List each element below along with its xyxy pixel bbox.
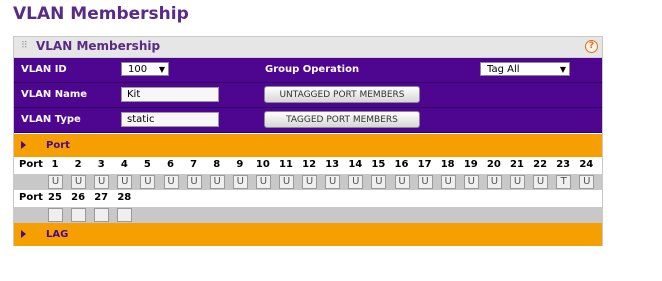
port-number-24: 24 (579, 159, 594, 170)
port-number-23: 23 (556, 159, 571, 170)
chevron-down-icon: ▼ (559, 65, 566, 74)
port-membership-toggle-1[interactable]: U (48, 175, 63, 189)
port-membership-toggle-5[interactable]: U (140, 175, 156, 189)
port-number-4: 4 (120, 159, 128, 170)
vlan-membership-panel: ⠿ VLAN Membership ? VLAN ID 100 ▼ Group … (13, 36, 603, 246)
port-membership-toggle-18[interactable]: U (440, 175, 456, 189)
port-number-22: 22 (533, 159, 548, 170)
port-number-14: 14 (348, 159, 363, 170)
port-membership-toggle-7[interactable]: U (186, 175, 202, 189)
port-membership-toggle-25[interactable] (48, 208, 63, 222)
port-membership-toggle-14[interactable]: U (348, 175, 364, 189)
port-number-9: 9 (236, 159, 244, 170)
port-number-17: 17 (417, 159, 432, 170)
group-operation-value: Tag All (487, 64, 520, 75)
port-membership-toggle-27[interactable] (94, 208, 110, 222)
port-number-15: 15 (371, 159, 386, 170)
group-operation-label: Group Operation (265, 64, 360, 75)
tagged-port-members-button[interactable]: TAGGED PORT MEMBERS (264, 111, 420, 128)
port-membership-toggle-17[interactable]: U (417, 175, 433, 189)
port-number-3: 3 (97, 159, 105, 170)
panel-title: VLAN Membership (36, 39, 161, 53)
port-number-16: 16 (394, 159, 409, 170)
port-membership-toggle-4[interactable]: U (117, 175, 133, 189)
vlan-name-field[interactable]: Kit (121, 87, 219, 102)
port-membership-toggle-19[interactable]: U (463, 175, 479, 189)
port-number-6: 6 (167, 159, 174, 170)
port-membership-toggle-26[interactable] (71, 208, 87, 222)
port-membership-toggle-16[interactable]: U (394, 175, 410, 189)
port-number-13: 13 (325, 159, 340, 170)
vlan-type-field: static (121, 112, 219, 127)
expand-arrow-icon (21, 141, 26, 149)
port-membership-toggle-6[interactable]: U (163, 175, 179, 189)
port-number-2: 2 (74, 159, 82, 170)
port-membership-toggle-8[interactable]: U (209, 175, 225, 189)
port-membership-toggle-12[interactable]: U (302, 175, 318, 189)
vlan-id-value: 100 (128, 64, 148, 75)
vlan-id-label: VLAN ID (21, 64, 67, 75)
port-membership-toggle-15[interactable]: U (371, 175, 387, 189)
port-number-12: 12 (302, 159, 317, 170)
lag-section-header[interactable]: LAG (14, 223, 602, 246)
port-number-7: 7 (190, 159, 198, 170)
port-section-header[interactable]: Port (14, 134, 602, 157)
port-number-28: 28 (117, 192, 132, 203)
port-number-1: 1 (51, 159, 59, 170)
port-membership-toggle-28[interactable] (117, 208, 133, 222)
help-icon[interactable]: ? (585, 40, 598, 53)
port-number-11: 11 (279, 159, 293, 170)
port-membership-toggle-9[interactable]: U (232, 175, 248, 189)
vlan-id-row: VLAN ID 100 ▼ Group Operation Tag All ▼ (14, 58, 602, 83)
port-section-title: Port (46, 140, 70, 151)
port-number-10: 10 (255, 159, 270, 170)
drag-handle-icon: ⠿ (21, 41, 28, 51)
port-number-8: 8 (213, 159, 221, 170)
port-number-20: 20 (486, 159, 501, 170)
port-membership-toggle-22[interactable]: U (533, 175, 549, 189)
port-number-5: 5 (143, 159, 151, 170)
port-membership-toggle-24[interactable]: U (579, 175, 595, 189)
port-membership-row-1: UUUUUUUUUUUUUUUUUUUUUUTU (14, 174, 602, 190)
panel-header: ⠿ VLAN Membership ? (14, 37, 602, 58)
port-number-21: 21 (510, 159, 524, 170)
port-numbers-row-1: Port 1 2 3 4 5 6 7 8 9 10 11 12 13 14 15 16 17 18 19 20 21 22… (14, 159, 602, 174)
port-row-label: Port (19, 192, 43, 203)
port-membership-row-2 (14, 207, 602, 223)
port-number-25: 25 (48, 192, 62, 203)
port-membership-toggle-10[interactable]: U (255, 175, 271, 189)
port-membership-toggle-2[interactable]: U (71, 175, 87, 189)
group-operation-select[interactable]: Tag All ▼ (480, 62, 570, 76)
port-numbers-row-2: Port 25 26 27 28 (14, 192, 602, 207)
port-number-18: 18 (440, 159, 455, 170)
port-membership-toggle-3[interactable]: U (94, 175, 110, 189)
vlan-type-label: VLAN Type (21, 114, 81, 125)
vlan-type-row: VLAN Type static TAGGED PORT MEMBERS (14, 108, 602, 133)
port-row-label: Port (19, 159, 43, 170)
untagged-port-members-button[interactable]: UNTAGGED PORT MEMBERS (264, 86, 420, 103)
port-membership-toggle-23[interactable]: T (556, 175, 572, 189)
page-title: VLAN Membership (13, 4, 189, 24)
port-membership-toggle-20[interactable]: U (486, 175, 502, 189)
chevron-down-icon: ▼ (158, 65, 165, 74)
port-number-26: 26 (71, 192, 86, 203)
vlan-id-select[interactable]: 100 ▼ (121, 62, 169, 76)
port-membership-toggle-11[interactable]: U (279, 175, 294, 189)
vlan-name-row: VLAN Name Kit UNTAGGED PORT MEMBERS (14, 83, 602, 108)
port-membership-toggle-13[interactable]: U (325, 175, 341, 189)
expand-arrow-icon (21, 230, 26, 238)
port-number-27: 27 (94, 192, 109, 203)
port-membership-toggle-21[interactable]: U (510, 175, 525, 189)
vlan-name-label: VLAN Name (21, 89, 88, 100)
lag-section-title: LAG (46, 229, 69, 240)
port-number-19: 19 (463, 159, 478, 170)
